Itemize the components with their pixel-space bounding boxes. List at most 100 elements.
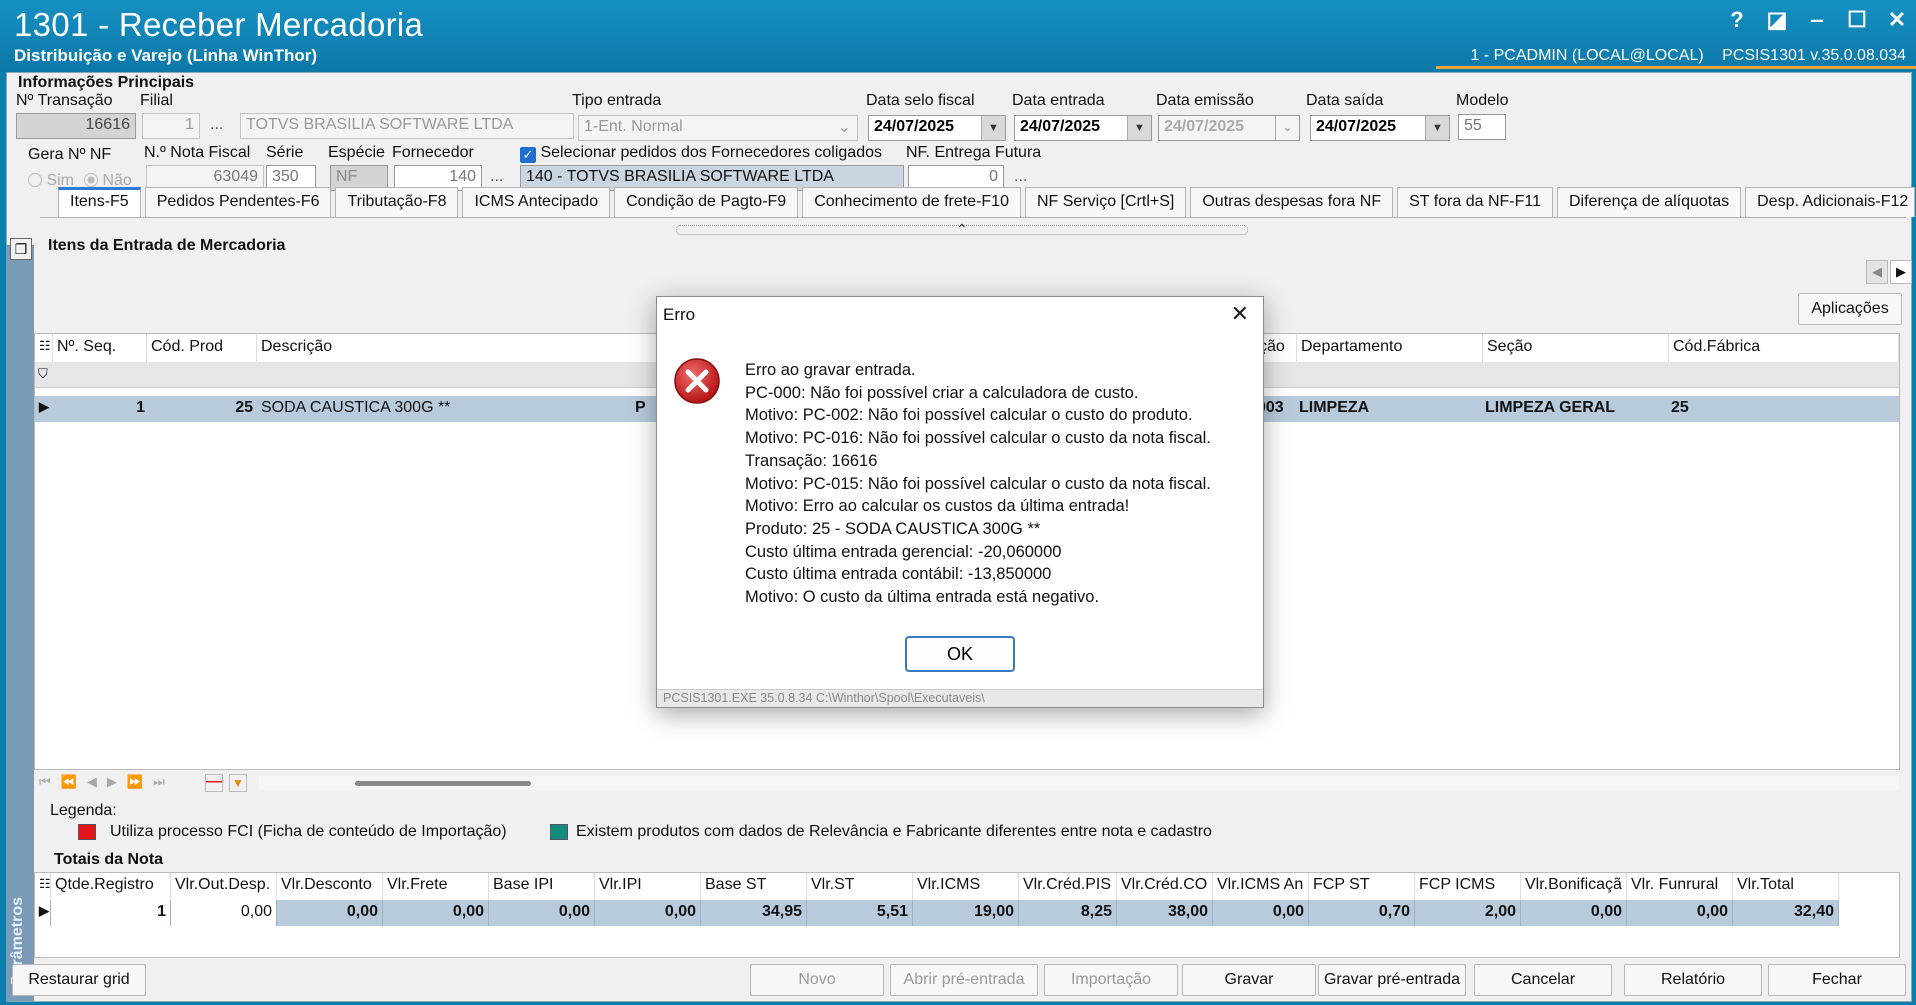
row-secao: LIMPEZA GERAL: [1485, 399, 1616, 416]
totals-value: 8,25: [1019, 900, 1117, 926]
calendar-dropdown-icon[interactable]: ▼: [1425, 116, 1449, 140]
calendar-dropdown-icon[interactable]: ▼: [1127, 116, 1151, 140]
totals-col-header[interactable]: Vlr.Créd.CO: [1117, 873, 1213, 899]
row-seq: 1: [136, 399, 145, 416]
fornecedor-lookup-button[interactable]: ...: [490, 168, 503, 186]
row-cod: 25: [235, 399, 253, 416]
totals-col-header[interactable]: Vlr.Frete: [383, 873, 489, 899]
filial-field[interactable]: 1: [142, 113, 200, 139]
section-title-info: Informações Principais: [18, 74, 195, 91]
totals-col-header[interactable]: Vlr.Out.Desp.: [171, 873, 277, 899]
gravar-pre-entrada-button[interactable]: Gravar pré-entrada: [1318, 964, 1466, 996]
restore-window-icon[interactable]: ❐: [10, 238, 32, 260]
cancelar-button[interactable]: Cancelar: [1474, 964, 1612, 996]
tab-outras-despesas[interactable]: Outras despesas fora NF: [1190, 187, 1394, 217]
collapse-chevron-icon[interactable]: ⌃: [956, 221, 968, 238]
totals-col-header[interactable]: Vlr.ICMS An: [1213, 873, 1309, 899]
tipo-entrada-select[interactable]: 1-Ent. Normal ⌄: [578, 115, 858, 141]
relatorio-button[interactable]: Relatório: [1624, 964, 1762, 996]
col-descricao[interactable]: Descrição: [257, 334, 677, 362]
saida-label: Data saída: [1306, 92, 1384, 109]
window-title: 1301 - Receber Mercadoria: [14, 6, 424, 43]
importacao-button[interactable]: Importação: [1044, 964, 1178, 996]
minimize-icon[interactable]: ‒: [1806, 8, 1828, 32]
col-cod-prod[interactable]: Cód. Prod: [147, 334, 257, 362]
totals-col-header[interactable]: Vlr.ICMS: [913, 873, 1019, 899]
tab-desp-adicionais[interactable]: Desp. Adicionais-F12: [1745, 187, 1916, 217]
entrega-futura-lookup-button[interactable]: ...: [1014, 168, 1027, 186]
totals-col-header[interactable]: Vlr.Bonificaçã: [1521, 873, 1627, 899]
dialog-message-line: Produto: 25 - SODA CAUSTICA 300G **: [745, 519, 1041, 538]
modelo-field[interactable]: 55: [1458, 114, 1506, 140]
transacao-field[interactable]: 16616: [16, 113, 136, 139]
tab-st-fora-nf[interactable]: ST fora da NF-F11: [1397, 187, 1553, 217]
error-icon: [673, 357, 721, 405]
nota-label: N.º Nota Fiscal: [144, 144, 251, 161]
totals-col-header[interactable]: Qtde.Registro: [51, 873, 171, 899]
gravar-button[interactable]: Gravar: [1182, 964, 1316, 996]
tab-icms-antecipado[interactable]: ICMS Antecipado: [462, 187, 611, 217]
delete-row-icon[interactable]: —: [205, 774, 223, 792]
user-name: 1 - PCADMIN (LOCAL@LOCAL): [1470, 47, 1704, 64]
tab-nf-servico[interactable]: NF Serviço [Crtl+S]: [1024, 187, 1187, 217]
abrir-pre-entrada-button[interactable]: Abrir pré-entrada: [890, 964, 1038, 996]
restaurar-grid-button[interactable]: Restaurar grid: [12, 964, 146, 996]
fechar-button[interactable]: Fechar: [1768, 964, 1906, 996]
close-icon[interactable]: ✕: [1886, 8, 1908, 32]
selo-value: 24/07/2025: [874, 118, 955, 135]
totals-col-header[interactable]: Vlr.Créd.PIS: [1019, 873, 1117, 899]
calendar-dropdown-icon[interactable]: ⌄: [1275, 116, 1299, 140]
col-seq[interactable]: Nº. Seq.: [53, 334, 147, 362]
totals-col-header[interactable]: Base ST: [701, 873, 807, 899]
novo-button[interactable]: Novo: [750, 964, 884, 996]
filter-icon: ⛉: [38, 366, 48, 381]
filter-funnel-icon[interactable]: ▼: [229, 774, 247, 792]
emissao-date-field[interactable]: 24/07/2025 ⌄: [1158, 115, 1300, 141]
tab-condicao-pagto[interactable]: Condição de Pagto-F9: [614, 187, 799, 217]
col-departamento[interactable]: Departamento: [1297, 334, 1483, 362]
totals-value: 0,00: [1627, 900, 1733, 926]
dialog-message-line: PC-000: Não foi possível criar a calcula…: [745, 383, 1139, 402]
horizontal-scrollbar[interactable]: [259, 776, 1899, 790]
col-secao[interactable]: Seção: [1483, 334, 1669, 362]
maximize-icon[interactable]: ☐: [1846, 8, 1868, 32]
tab-itens[interactable]: Itens-F5: [58, 187, 141, 217]
emissao-value: 24/07/2025: [1164, 118, 1245, 135]
legend-relevancia-label: Existem produtos com dados de Relevância…: [576, 823, 1212, 840]
totals-col-header[interactable]: FCP ICMS: [1415, 873, 1521, 899]
grid-navigator[interactable]: ⏮⏪◀▶⏩⏭: [39, 774, 175, 790]
totals-col-header[interactable]: Vlr.Total: [1733, 873, 1839, 899]
user-info: 1 - PCADMIN (LOCAL@LOCAL) PCSIS1301 v.35…: [1457, 47, 1906, 65]
tab-tributacao[interactable]: Tributação-F8: [335, 187, 459, 217]
calendar-dropdown-icon[interactable]: ▼: [981, 116, 1005, 140]
totals-column-chooser-icon[interactable]: ☷: [35, 873, 51, 899]
column-chooser-icon[interactable]: ☷: [35, 334, 53, 362]
coligados-checkbox[interactable]: ✓ Selecionar pedidos dos Fornecedores co…: [520, 144, 882, 163]
totals-title: Totais da Nota: [54, 851, 164, 868]
col-cod-fabrica[interactable]: Cód.Fábrica: [1669, 334, 1899, 362]
dialog-close-icon[interactable]: ✕: [1231, 301, 1249, 327]
tab-conhecimento-frete[interactable]: Conhecimento de frete-F10: [802, 187, 1021, 217]
entrada-date-field[interactable]: 24/07/2025 ▼: [1014, 115, 1152, 141]
totals-col-header[interactable]: Base IPI: [489, 873, 595, 899]
totals-col-header[interactable]: Vlr. Funrural: [1627, 873, 1733, 899]
tab-diferenca-aliquotas[interactable]: Diferença de alíquotas: [1557, 187, 1742, 217]
totals-col-header[interactable]: Vlr.ST: [807, 873, 913, 899]
totals-col-header[interactable]: Vlr.Desconto: [277, 873, 383, 899]
help-icon[interactable]: ?: [1726, 8, 1748, 32]
tab-pedidos-pendentes[interactable]: Pedidos Pendentes-F6: [144, 187, 332, 217]
tab-scroll-left-icon[interactable]: ◀: [1866, 260, 1888, 284]
aplicacoes-button[interactable]: Aplicações: [1798, 293, 1902, 325]
filial-lookup-button[interactable]: ...: [210, 116, 223, 134]
resize-icon[interactable]: ◪: [1766, 8, 1788, 32]
tab-scroll-right-icon[interactable]: ▶: [1890, 260, 1912, 284]
app-version: PCSIS1301 v.35.0.08.034: [1722, 47, 1906, 64]
saida-date-field[interactable]: 24/07/2025 ▼: [1310, 115, 1450, 141]
totals-col-header[interactable]: FCP ST: [1309, 873, 1415, 899]
parametros-sidebar[interactable]: Parâmetros: [6, 245, 34, 1001]
section-title-items: Itens da Entrada de Mercadoria: [48, 237, 286, 254]
ok-button[interactable]: OK: [905, 636, 1015, 672]
totals-col-header[interactable]: Vlr.IPI: [595, 873, 701, 899]
selo-date-field[interactable]: 24/07/2025 ▼: [868, 115, 1006, 141]
scrollbar-thumb[interactable]: [355, 781, 531, 786]
